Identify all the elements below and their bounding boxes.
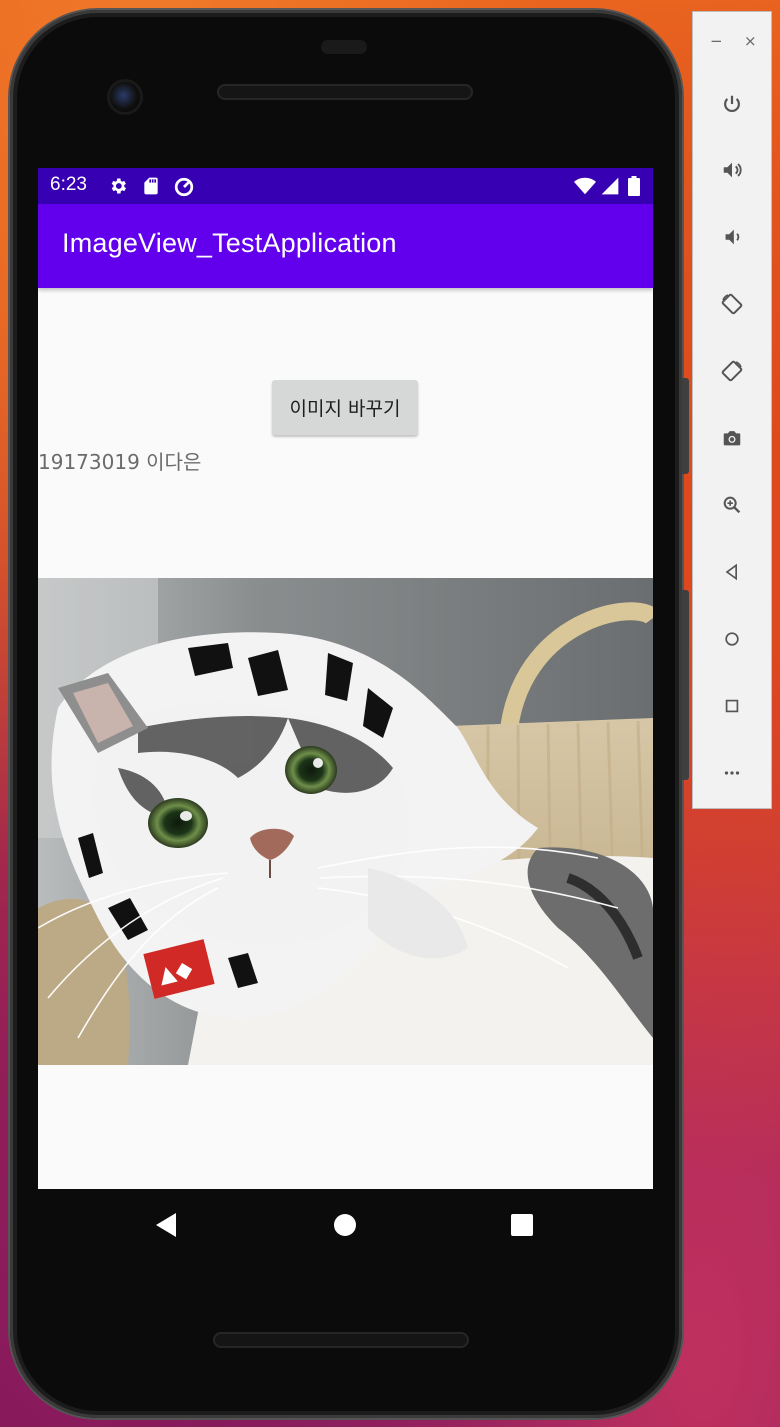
cat-image: ▲◆ [38, 578, 653, 1065]
overview-square-icon[interactable] [719, 693, 745, 719]
app-bar: ImageView_TestApplication [38, 204, 653, 288]
minimize-button[interactable]: − [710, 32, 723, 50]
more-icon[interactable] [719, 760, 745, 786]
status-bar: 6:23 [38, 168, 653, 204]
volume-side-button[interactable] [682, 590, 689, 780]
volume-up-icon[interactable] [719, 157, 745, 183]
camera-icon[interactable] [719, 425, 745, 451]
nav-back-button[interactable] [148, 1207, 184, 1243]
front-camera-icon [110, 82, 140, 112]
power-side-button[interactable] [682, 378, 689, 474]
settings-icon [108, 176, 128, 196]
device-screen: 6:23 ImageView_TestApplication 이미지 바꾸기 1… [38, 168, 653, 1189]
student-info-text: 19173019 이다은 [38, 450, 202, 474]
battery-icon [628, 176, 648, 196]
earpiece-speaker [217, 84, 473, 100]
zoom-icon[interactable] [719, 492, 745, 518]
close-button[interactable]: × [744, 32, 757, 50]
home-circle-icon[interactable] [719, 626, 745, 652]
navigation-bar [38, 1189, 653, 1261]
status-time: 6:23 [50, 174, 87, 195]
rotate-right-icon[interactable] [719, 358, 745, 384]
wifi-icon [574, 176, 596, 196]
nav-recents-button[interactable] [504, 1207, 540, 1243]
app-title: ImageView_TestApplication [62, 228, 397, 258]
volume-down-icon[interactable] [719, 224, 745, 250]
back-triangle-icon[interactable] [719, 559, 745, 585]
data-saver-icon [173, 176, 194, 197]
cell-signal-icon [600, 176, 620, 196]
sd-card-icon [141, 176, 161, 196]
bottom-speaker [213, 1332, 469, 1348]
change-image-button[interactable]: 이미지 바꾸기 [272, 380, 418, 435]
proximity-sensor [321, 40, 367, 54]
nav-home-button[interactable] [327, 1207, 363, 1243]
emulator-toolbar: − × [692, 11, 772, 809]
power-icon[interactable] [719, 91, 745, 117]
rotate-left-icon[interactable] [719, 291, 745, 317]
